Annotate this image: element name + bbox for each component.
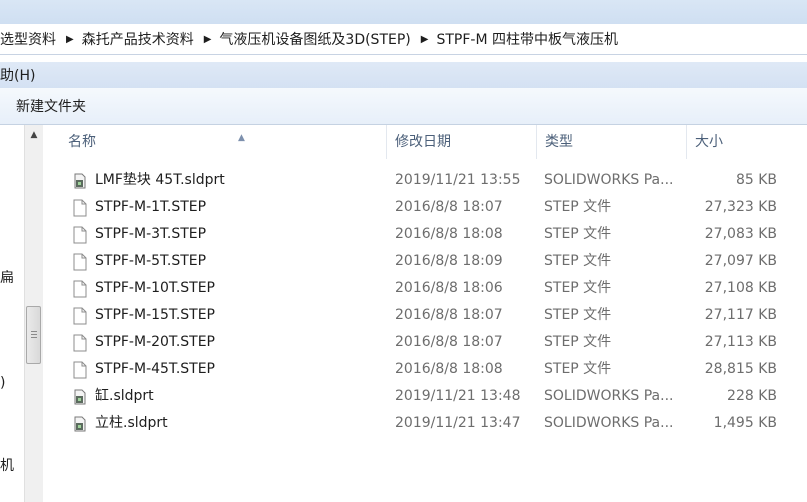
navigation-pane: 扁 ) 机	[0, 125, 25, 502]
column-header-label: 大小	[695, 134, 723, 150]
file-icon	[73, 334, 89, 352]
file-row[interactable]: 立柱.sldprt 2019/11/21 13:47 SOLIDWORKS Pa..…	[43, 410, 807, 437]
file-size: 85 KB	[735, 172, 777, 188]
file-type: STEP 文件	[544, 199, 612, 215]
file-date: 2019/11/21 13:55	[395, 172, 521, 188]
file-icon	[73, 361, 89, 379]
file-date: 2016/8/8 18:09	[395, 253, 503, 269]
file-row[interactable]: STPF-M-45T.STEP 2016/8/8 18:08 STEP 文件 28,8…	[43, 356, 807, 383]
file-date: 2016/8/8 18:07	[395, 199, 503, 215]
file-date: 2016/8/8 18:06	[395, 280, 503, 296]
solidworks-part-icon	[73, 415, 89, 433]
file-size: 27,113 KB	[704, 334, 777, 350]
window-title-bar	[0, 0, 807, 24]
file-date: 2016/8/8 18:07	[395, 334, 503, 350]
file-type: STEP 文件	[544, 361, 612, 377]
file-type: STEP 文件	[544, 307, 612, 323]
file-name: STPF-M-1T.STEP	[95, 199, 207, 215]
file-name: STPF-M-45T.STEP	[95, 361, 215, 377]
file-date: 2016/8/8 18:07	[395, 307, 503, 323]
file-size: 27,083 KB	[704, 226, 777, 242]
column-header-label: 类型	[545, 134, 573, 150]
file-row[interactable]: STPF-M-20T.STEP 2016/8/8 18:07 STEP 文件 27,1…	[43, 329, 807, 356]
breadcrumb-item[interactable]: 选型资料	[0, 29, 62, 49]
file-size: 1,495 KB	[713, 415, 777, 431]
scroll-thumb[interactable]	[26, 306, 41, 364]
file-row[interactable]: STPF-M-15T.STEP 2016/8/8 18:07 STEP 文件 27,1…	[43, 302, 807, 329]
file-icon	[73, 226, 89, 244]
file-icon	[73, 253, 89, 271]
chevron-right-icon[interactable]: ▶	[62, 34, 82, 45]
file-name: LMF垫块 45T.sldprt	[95, 172, 225, 188]
file-name: STPF-M-3T.STEP	[95, 226, 207, 242]
file-row[interactable]: STPF-M-3T.STEP 2016/8/8 18:08 STEP 文件 27,08…	[43, 221, 807, 248]
file-row[interactable]: STPF-M-1T.STEP 2016/8/8 18:07 STEP 文件 27,32…	[43, 194, 807, 221]
file-type: STEP 文件	[544, 280, 612, 296]
breadcrumb-item[interactable]: 森托产品技术资料	[82, 29, 200, 49]
file-icon	[73, 280, 89, 298]
menu-bar: 助(H)	[0, 62, 807, 88]
column-header-size[interactable]: 大小	[687, 125, 807, 159]
column-header-type[interactable]: 类型	[537, 125, 687, 159]
file-list: 名称 ▲ 修改日期 类型 大小 LMF垫块 45T.sldprt 2019/11/…	[43, 125, 807, 502]
file-size: 27,108 KB	[704, 280, 777, 296]
file-row[interactable]: STPF-M-10T.STEP 2016/8/8 18:06 STEP 文件 27,1…	[43, 275, 807, 302]
file-name: STPF-M-20T.STEP	[95, 334, 215, 350]
file-type: STEP 文件	[544, 226, 612, 242]
scroll-up-arrow-icon[interactable]: ▲	[25, 127, 43, 143]
nav-item[interactable]: )	[0, 375, 5, 391]
column-header-date[interactable]: 修改日期	[387, 125, 537, 159]
solidworks-part-icon	[73, 172, 89, 190]
breadcrumb-item[interactable]: STPF-M 四柱带中板气液压机	[436, 29, 624, 49]
new-folder-button[interactable]: 新建文件夹	[14, 92, 88, 120]
file-size: 228 KB	[727, 388, 777, 404]
file-name: STPF-M-15T.STEP	[95, 307, 215, 323]
file-date: 2016/8/8 18:08	[395, 361, 503, 377]
file-name: STPF-M-10T.STEP	[95, 280, 215, 296]
file-type: SOLIDWORKS Pa...	[544, 388, 674, 404]
file-name: 缸.sldprt	[95, 388, 154, 404]
file-type: SOLIDWORKS Pa...	[544, 172, 674, 188]
breadcrumb[interactable]: 选型资料 ▶ 森托产品技术资料 ▶ 气液压机设备图纸及3D(STEP) ▶ ST…	[0, 24, 807, 55]
file-row[interactable]: STPF-M-5T.STEP 2016/8/8 18:09 STEP 文件 27,09…	[43, 248, 807, 275]
file-size: 27,323 KB	[704, 199, 777, 215]
nav-item[interactable]: 扁	[0, 267, 14, 287]
chevron-right-icon[interactable]: ▶	[200, 34, 220, 45]
column-header-label: 修改日期	[395, 134, 451, 150]
menu-help[interactable]: 助(H)	[0, 65, 35, 85]
nav-scrollbar[interactable]: ▲	[24, 125, 44, 502]
file-row[interactable]: 缸.sldprt 2019/11/21 13:48 SOLIDWORKS Pa...…	[43, 383, 807, 410]
file-row[interactable]: LMF垫块 45T.sldprt 2019/11/21 13:55 SOLIDWOR…	[43, 167, 807, 194]
file-type: STEP 文件	[544, 253, 612, 269]
column-header-label: 名称	[68, 134, 96, 150]
chevron-right-icon[interactable]: ▶	[417, 34, 437, 45]
file-size: 27,117 KB	[704, 307, 777, 323]
breadcrumb-item[interactable]: 气液压机设备图纸及3D(STEP)	[219, 29, 416, 49]
file-size: 27,097 KB	[704, 253, 777, 269]
file-name: 立柱.sldprt	[95, 415, 168, 431]
file-size: 28,815 KB	[704, 361, 777, 377]
file-date: 2019/11/21 13:47	[395, 415, 521, 431]
file-date: 2019/11/21 13:48	[395, 388, 521, 404]
file-type: SOLIDWORKS Pa...	[544, 415, 674, 431]
file-type: STEP 文件	[544, 334, 612, 350]
column-header-row: 名称 ▲ 修改日期 类型 大小	[43, 125, 807, 159]
solidworks-part-icon	[73, 388, 89, 406]
file-date: 2016/8/8 18:08	[395, 226, 503, 242]
file-icon	[73, 307, 89, 325]
file-name: STPF-M-5T.STEP	[95, 253, 207, 269]
column-header-name[interactable]: 名称 ▲	[60, 125, 387, 159]
sort-ascending-icon: ▲	[238, 133, 245, 143]
nav-item[interactable]: 机	[0, 455, 14, 475]
file-icon	[73, 199, 89, 217]
command-bar: 新建文件夹	[0, 88, 807, 125]
